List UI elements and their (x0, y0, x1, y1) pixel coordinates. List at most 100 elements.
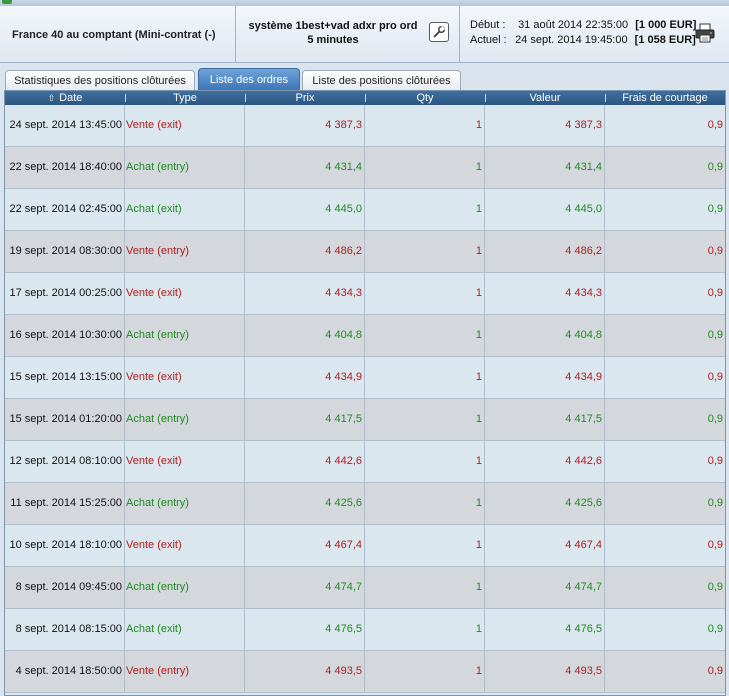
current-date: 24 sept. 2014 19:45:00 (515, 34, 628, 46)
table-row[interactable]: 22 sept. 2014 18:40:00 Achat (entry) 4 431… (5, 147, 725, 189)
order-type: Vente (exit) (125, 105, 245, 146)
table-row[interactable]: 17 sept. 2014 00:25:00 Vente (exit) 4 434,… (5, 273, 725, 315)
order-price: 4 404,8 (245, 315, 365, 356)
table-row[interactable]: 15 sept. 2014 01:20:00 Achat (entry) 4 417… (5, 399, 725, 441)
order-fees: 0,9 (707, 455, 723, 467)
column-header-date[interactable]: ⇧ Date (5, 91, 125, 105)
order-price: 4 476,5 (245, 609, 365, 650)
order-qty: 1 (365, 315, 485, 356)
order-qty: 1 (365, 567, 485, 608)
order-type: Achat (exit) (125, 189, 245, 230)
order-qty: 1 (365, 147, 485, 188)
order-date: 19 sept. 2014 08:30:00 (5, 231, 125, 272)
order-type: Vente (entry) (125, 651, 245, 692)
order-qty: 1 (365, 441, 485, 482)
table-header: ⇧ Date Type Prix Qty Valeur Frais de cour… (5, 91, 725, 105)
table-row[interactable]: 15 sept. 2014 13:15:00 Vente (exit) 4 434,… (5, 357, 725, 399)
order-value: 4 442,6 (485, 441, 605, 482)
order-value: 4 434,9 (485, 357, 605, 398)
order-qty: 1 (365, 357, 485, 398)
table-row[interactable]: 4 sept. 2014 18:50:00 Vente (entry) 4 493,… (5, 651, 725, 693)
order-price: 4 474,7 (245, 567, 365, 608)
current-label: Actuel : (470, 34, 507, 46)
order-price: 4 387,3 (245, 105, 365, 146)
system-name: système 1best+vad adxr pro ord (248, 20, 418, 32)
order-price: 4 434,3 (245, 273, 365, 314)
table-row[interactable]: 8 sept. 2014 08:15:00 Achat (exit) 4 476,5… (5, 609, 725, 651)
order-fees: 0,9 (707, 665, 723, 677)
order-fees: 0,9 (707, 203, 723, 215)
system-panel: système 1best+vad adxr pro ord 5 minutes (236, 6, 460, 63)
order-fees: 0,9 (707, 539, 723, 551)
order-value: 4 431,4 (485, 147, 605, 188)
column-header-price[interactable]: Prix (245, 91, 365, 105)
tab-orders-list[interactable]: Liste des ordres (198, 68, 300, 90)
table-row[interactable]: 11 sept. 2014 15:25:00 Achat (entry) 4 425… (5, 483, 725, 525)
order-value: 4 404,8 (485, 315, 605, 356)
order-qty: 1 (365, 231, 485, 272)
order-date: 24 sept. 2014 13:45:00 (5, 105, 125, 146)
table-row[interactable]: 10 sept. 2014 18:10:00 Vente (exit) 4 467,… (5, 525, 725, 567)
order-fees: 0,9 (707, 581, 723, 593)
start-label: Début : (470, 19, 506, 31)
order-date: 10 sept. 2014 18:10:00 (5, 525, 125, 566)
order-date: 17 sept. 2014 00:25:00 (5, 273, 125, 314)
column-header-date-label: Date (59, 92, 83, 104)
order-type: Vente (exit) (125, 525, 245, 566)
column-header-fees[interactable]: Frais de courtage (605, 91, 725, 105)
column-header-qty[interactable]: Qty (365, 91, 485, 105)
table-body: 24 sept. 2014 13:45:00 Vente (exit) 4 387,… (5, 105, 725, 693)
table-row[interactable]: 8 sept. 2014 09:45:00 Achat (entry) 4 474,… (5, 567, 725, 609)
order-date: 8 sept. 2014 08:15:00 (5, 609, 125, 650)
orders-table: ⇧ Date Type Prix Qty Valeur Frais de cour… (4, 90, 726, 696)
order-type: Vente (exit) (125, 357, 245, 398)
order-value: 4 445,0 (485, 189, 605, 230)
table-row[interactable]: 16 sept. 2014 10:30:00 Achat (entry) 4 404… (5, 315, 725, 357)
order-type: Achat (entry) (125, 399, 245, 440)
order-qty: 1 (365, 525, 485, 566)
order-date: 4 sept. 2014 18:50:00 (5, 651, 125, 692)
table-row[interactable]: 22 sept. 2014 02:45:00 Achat (exit) 4 445,… (5, 189, 725, 231)
column-header-type[interactable]: Type (125, 91, 245, 105)
order-type: Vente (entry) (125, 231, 245, 272)
order-date: 15 sept. 2014 13:15:00 (5, 357, 125, 398)
order-value: 4 486,2 (485, 231, 605, 272)
report-header: France 40 au comptant (Mini-contrat (-) … (0, 6, 729, 63)
tab-closed-positions-stats[interactable]: Statistiques des positions clôturées (5, 70, 195, 90)
table-row[interactable]: 12 sept. 2014 08:10:00 Vente (exit) 4 442,… (5, 441, 725, 483)
printer-icon[interactable] (694, 23, 716, 43)
table-row[interactable]: 19 sept. 2014 08:30:00 Vente (entry) 4 486… (5, 231, 725, 273)
order-fees: 0,9 (707, 623, 723, 635)
order-qty: 1 (365, 399, 485, 440)
order-qty: 1 (365, 483, 485, 524)
order-value: 4 417,5 (485, 399, 605, 440)
period-panel: Début : 31 août 2014 22:35:00 [1 000 EUR… (460, 6, 729, 63)
order-price: 4 434,9 (245, 357, 365, 398)
order-qty: 1 (365, 651, 485, 692)
wrench-icon[interactable] (429, 22, 449, 42)
system-timeframe: 5 minutes (307, 34, 359, 46)
order-value: 4 467,4 (485, 525, 605, 566)
table-row[interactable]: 24 sept. 2014 13:45:00 Vente (exit) 4 387,… (5, 105, 725, 147)
order-fees: 0,9 (707, 119, 723, 131)
order-date: 8 sept. 2014 09:45:00 (5, 567, 125, 608)
order-value: 4 434,3 (485, 273, 605, 314)
order-date: 22 sept. 2014 18:40:00 (5, 147, 125, 188)
start-amount: [1 000 EUR] (635, 19, 697, 31)
order-type: Achat (entry) (125, 315, 245, 356)
app-icon (2, 0, 12, 4)
order-fees: 0,9 (707, 413, 723, 425)
column-header-value[interactable]: Valeur (485, 91, 605, 105)
order-date: 22 sept. 2014 02:45:00 (5, 189, 125, 230)
order-type: Achat (exit) (125, 609, 245, 650)
order-fees: 0,9 (707, 287, 723, 299)
order-price: 4 486,2 (245, 231, 365, 272)
order-value: 4 493,5 (485, 651, 605, 692)
order-type: Vente (exit) (125, 273, 245, 314)
tab-bar: Statistiques des positions clôturées Lis… (0, 63, 729, 90)
order-type: Achat (entry) (125, 147, 245, 188)
order-fees: 0,9 (707, 245, 723, 257)
order-fees: 0,9 (707, 497, 723, 509)
tab-closed-positions-list[interactable]: Liste des positions clôturées (302, 70, 461, 90)
order-price: 4 431,4 (245, 147, 365, 188)
